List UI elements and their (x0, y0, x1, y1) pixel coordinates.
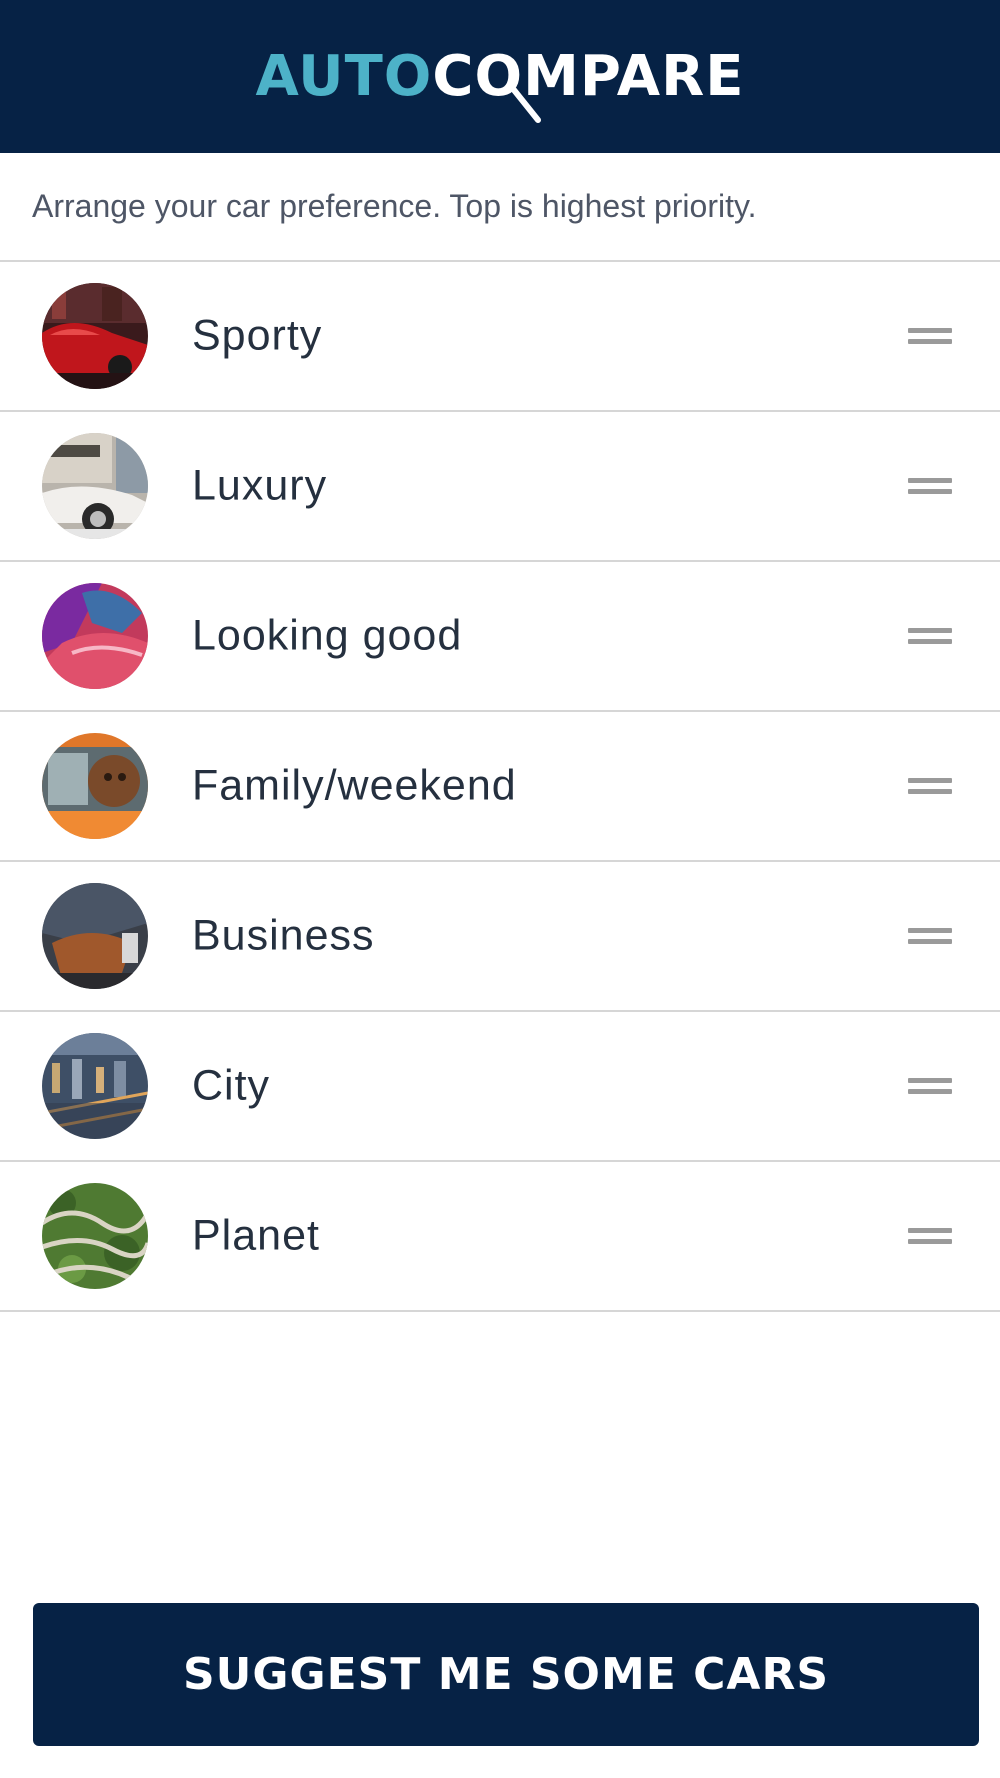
drag-handle-icon[interactable] (908, 325, 952, 347)
preference-label-family-weekend: Family/weekend (192, 761, 517, 810)
list-item[interactable]: Sporty (0, 262, 1000, 412)
magnifier-icon (511, 87, 541, 123)
city-aerial-photo-icon (42, 1033, 148, 1139)
logo-text-compare: COMPARE (432, 44, 745, 109)
winding-green-road-photo-icon (42, 1183, 148, 1289)
autocompare-logo: AUTOCOMPARE (0, 44, 1000, 110)
businessman-photo-icon (42, 883, 148, 989)
suggest-cars-button[interactable]: SUGGEST ME SOME CARS (33, 1603, 979, 1746)
list-item[interactable]: City (0, 1012, 1000, 1162)
drag-handle-icon[interactable] (908, 1225, 952, 1247)
preference-label-planet: Planet (192, 1211, 320, 1260)
drag-handle-icon[interactable] (908, 1075, 952, 1097)
list-item[interactable]: Looking good (0, 562, 1000, 712)
red-sports-car-photo-icon (42, 283, 148, 389)
preference-label-luxury: Luxury (192, 461, 328, 510)
logo-text-auto: AUTO (255, 44, 433, 109)
list-item[interactable]: Planet (0, 1162, 1000, 1312)
app-header: AUTOCOMPARE (0, 0, 1000, 153)
drag-handle-icon[interactable] (908, 925, 952, 947)
preference-label-looking-good: Looking good (192, 611, 463, 660)
list-item[interactable]: Luxury (0, 412, 1000, 562)
list-item[interactable]: Family/weekend (0, 712, 1000, 862)
drag-handle-icon[interactable] (908, 625, 952, 647)
drag-handle-icon[interactable] (908, 475, 952, 497)
preference-label-business: Business (192, 911, 375, 960)
pink-car-closeup-photo-icon (42, 583, 148, 689)
instruction-text: Arrange your car preference. Top is high… (32, 188, 757, 224)
page: AUTOCOMPARE Arrange your car preference.… (0, 0, 1000, 1778)
preference-label-sporty: Sporty (192, 311, 323, 360)
preference-label-city: City (192, 1061, 271, 1110)
preference-list[interactable]: Sporty Luxury Looking good Family/weeken… (0, 260, 1000, 1312)
drag-handle-icon[interactable] (908, 775, 952, 797)
list-item[interactable]: Business (0, 862, 1000, 1012)
dog-in-car-photo-icon (42, 733, 148, 839)
white-classic-car-photo-icon (42, 433, 148, 539)
